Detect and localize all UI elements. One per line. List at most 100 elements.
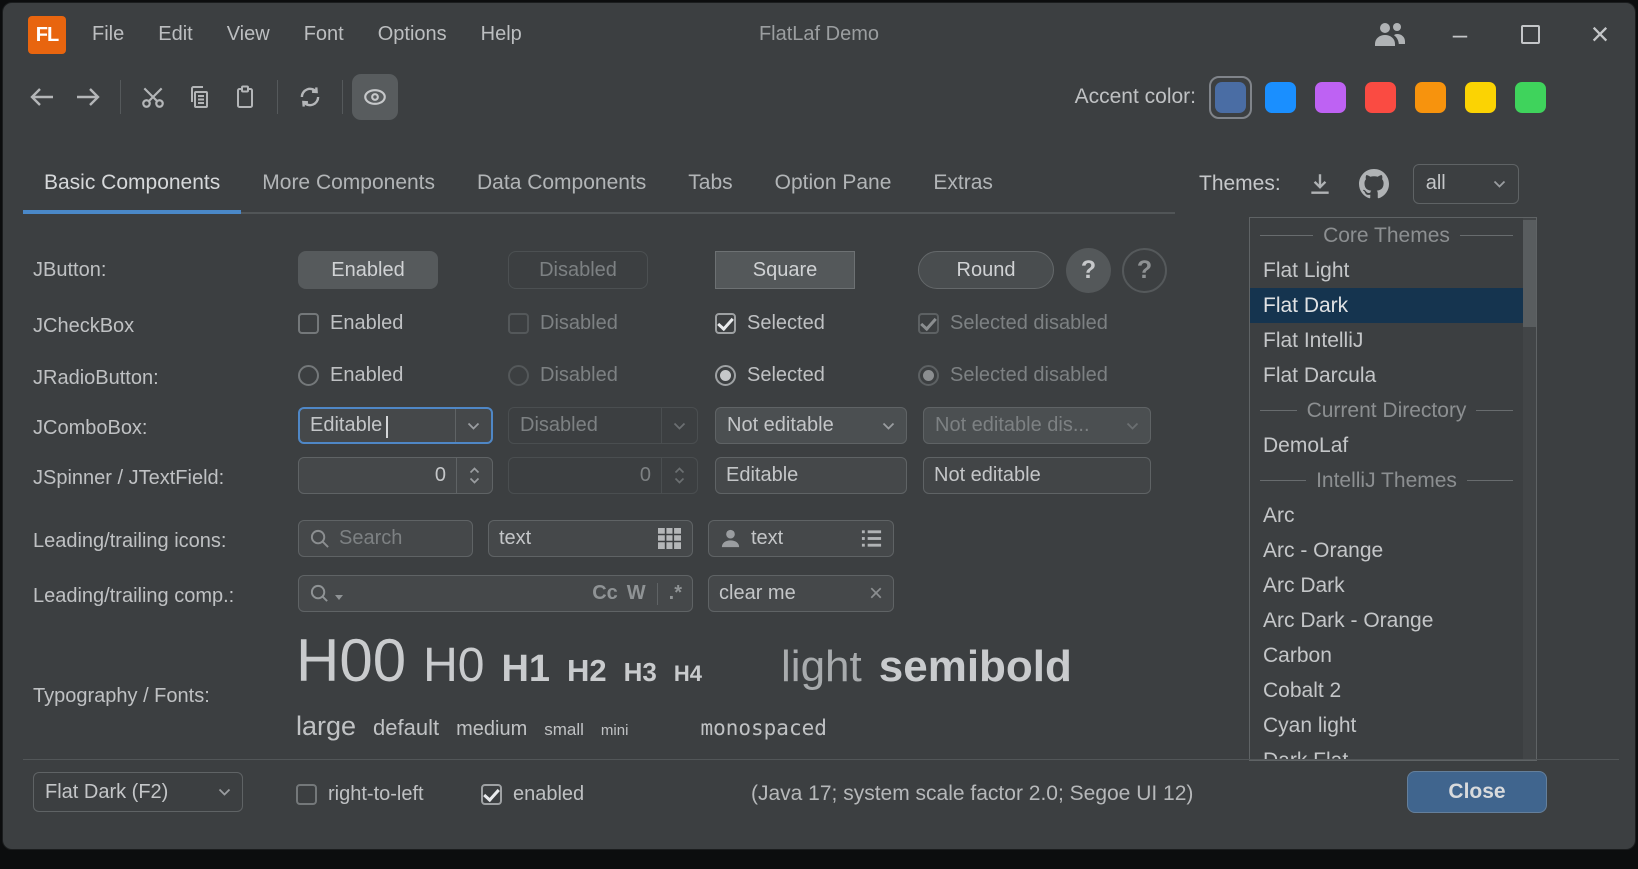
theme-item-cyan-light[interactable]: Cyan light xyxy=(1250,708,1523,743)
search-input[interactable] xyxy=(339,527,462,550)
help-button-borderless[interactable]: ? xyxy=(1122,248,1167,293)
users-icon[interactable] xyxy=(1355,3,1425,65)
clearable-field[interactable]: × xyxy=(708,575,894,612)
paste-button[interactable] xyxy=(222,74,268,120)
chevron-down-icon[interactable] xyxy=(455,409,491,442)
textfield-editable[interactable] xyxy=(715,457,907,494)
theme-item-arc[interactable]: Arc xyxy=(1250,498,1523,533)
laf-combo[interactable]: Flat Dark (F2) xyxy=(33,772,243,812)
textfield-editable-input[interactable] xyxy=(726,464,896,487)
tab-extras[interactable]: Extras xyxy=(912,153,1014,212)
menu-file[interactable]: File xyxy=(75,23,141,46)
show-hidden-toggle[interactable] xyxy=(352,74,398,120)
theme-item-arc-dark-orange[interactable]: Arc Dark - Orange xyxy=(1250,603,1523,638)
accent-swatch-5[interactable] xyxy=(1409,76,1452,119)
close-button[interactable]: Close xyxy=(1407,771,1547,813)
cut-button[interactable] xyxy=(130,74,176,120)
search-field[interactable] xyxy=(298,520,473,557)
text-field-table[interactable] xyxy=(488,520,693,557)
back-button[interactable] xyxy=(19,74,65,120)
copy-icon xyxy=(187,85,211,109)
checkbox-icon[interactable] xyxy=(296,784,317,805)
theme-item-arc-dark[interactable]: Arc Dark xyxy=(1250,568,1523,603)
tab-basic-components[interactable]: Basic Components xyxy=(23,153,241,212)
theme-group-core-themes: Core Themes xyxy=(1250,218,1523,253)
menu-help[interactable]: Help xyxy=(464,23,539,46)
menu-view[interactable]: View xyxy=(210,23,287,46)
radio-icon[interactable] xyxy=(298,365,319,386)
search-dropdown-icon[interactable] xyxy=(309,583,330,604)
tab-option-pane[interactable]: Option Pane xyxy=(754,153,913,212)
checkbox-checked-icon[interactable] xyxy=(481,784,502,805)
regex-toggle[interactable]: .* xyxy=(669,582,682,605)
accent-swatch-1[interactable] xyxy=(1209,76,1252,119)
github-button[interactable] xyxy=(1359,169,1389,199)
accent-swatch-6[interactable] xyxy=(1459,76,1502,119)
theme-item-arc-orange[interactable]: Arc - Orange xyxy=(1250,533,1523,568)
checkbox-selected-disabled: Selected disabled xyxy=(918,311,1108,335)
accent-swatch-2[interactable] xyxy=(1259,76,1302,119)
accent-swatch-7[interactable] xyxy=(1509,76,1552,119)
text-input[interactable] xyxy=(499,527,648,550)
theme-filter-combo[interactable]: all xyxy=(1413,164,1519,204)
h3-sample: H3 xyxy=(624,657,657,688)
toolbar-separator xyxy=(342,80,343,114)
disabled-button: Disabled xyxy=(508,251,648,289)
checkbox-enabled[interactable]: Enabled xyxy=(298,311,403,335)
minimize-button[interactable]: – xyxy=(1425,3,1495,65)
table-icon[interactable] xyxy=(657,527,682,550)
combo-not-editable[interactable]: Not editable xyxy=(715,407,907,444)
clear-icon[interactable]: × xyxy=(869,582,883,606)
spinner-input[interactable] xyxy=(299,464,456,487)
close-window-button[interactable]: × xyxy=(1565,3,1635,65)
list-menu-icon[interactable] xyxy=(860,528,883,549)
menu-font[interactable]: Font xyxy=(287,23,361,46)
chevron-down-icon xyxy=(674,477,685,484)
whole-words-toggle[interactable]: W xyxy=(627,582,646,605)
search-options-input[interactable] xyxy=(352,582,583,605)
tab-tabs[interactable]: Tabs xyxy=(667,153,753,212)
theme-item-cobalt-2[interactable]: Cobalt 2 xyxy=(1250,673,1523,708)
copy-button[interactable] xyxy=(176,74,222,120)
themes-scrollbar-thumb[interactable] xyxy=(1523,220,1536,327)
text-field-user-menu[interactable] xyxy=(708,520,894,557)
square-button[interactable]: Square xyxy=(715,251,855,289)
clearable-input[interactable] xyxy=(719,582,860,605)
menu-edit[interactable]: Edit xyxy=(141,23,209,46)
text-input[interactable] xyxy=(751,527,851,550)
maximize-button[interactable] xyxy=(1495,3,1565,65)
download-themes-button[interactable] xyxy=(1307,171,1333,197)
tab-more-components[interactable]: More Components xyxy=(241,153,456,212)
accent-swatch-3[interactable] xyxy=(1309,76,1352,119)
chevron-down-icon xyxy=(1482,165,1518,203)
spinner-arrows[interactable] xyxy=(456,458,492,493)
checkbox-checked-icon[interactable] xyxy=(715,313,736,334)
help-button[interactable]: ? xyxy=(1066,248,1111,293)
radio-selected-icon[interactable] xyxy=(715,365,736,386)
round-button[interactable]: Round xyxy=(918,251,1054,289)
refresh-button[interactable] xyxy=(287,74,333,120)
combo-editable-input[interactable] xyxy=(300,414,455,437)
spinner[interactable] xyxy=(298,457,493,494)
radio-enabled[interactable]: Enabled xyxy=(298,363,403,387)
radio-selected[interactable]: Selected xyxy=(715,363,825,387)
checkbox-selected[interactable]: Selected xyxy=(715,311,825,335)
rtl-checkbox[interactable]: right-to-left xyxy=(296,782,424,806)
match-case-toggle[interactable]: Cc xyxy=(592,582,618,605)
theme-item-flat-light[interactable]: Flat Light xyxy=(1250,253,1523,288)
tab-data-components[interactable]: Data Components xyxy=(456,153,667,212)
menu-options[interactable]: Options xyxy=(361,23,464,46)
enabled-checkbox[interactable]: enabled xyxy=(481,782,584,806)
theme-item-demolaf[interactable]: DemoLaf xyxy=(1250,428,1523,463)
accent-swatch-4[interactable] xyxy=(1359,76,1402,119)
checkbox-icon[interactable] xyxy=(298,313,319,334)
theme-item-flat-dark[interactable]: Flat Dark xyxy=(1250,288,1523,323)
theme-item-flat-darcula[interactable]: Flat Darcula xyxy=(1250,358,1523,393)
enabled-button[interactable]: Enabled xyxy=(298,251,438,289)
forward-button[interactable] xyxy=(65,74,111,120)
search-with-options-field[interactable]: Cc W .* xyxy=(298,575,693,612)
theme-item-carbon[interactable]: Carbon xyxy=(1250,638,1523,673)
textfield-not-editable[interactable]: Not editable xyxy=(923,457,1151,494)
combo-editable[interactable] xyxy=(298,407,493,444)
theme-item-flat-intellij[interactable]: Flat IntelliJ xyxy=(1250,323,1523,358)
